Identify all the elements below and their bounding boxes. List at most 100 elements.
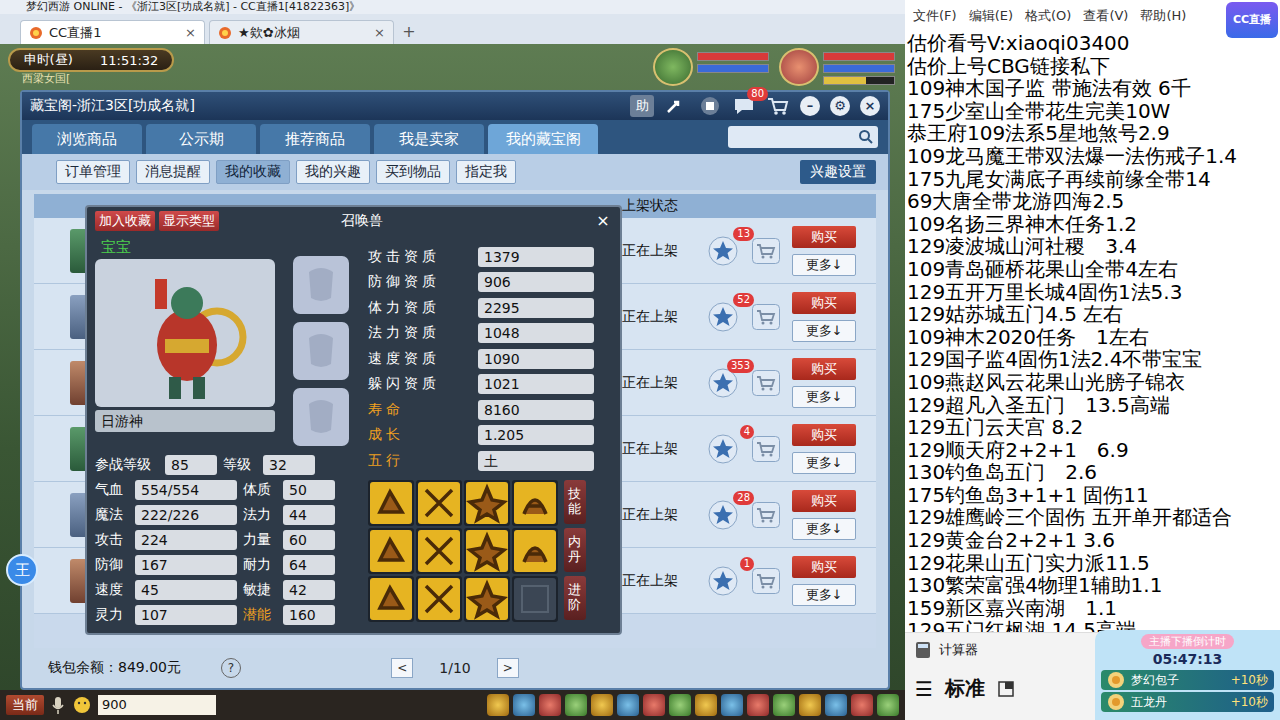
browser-tab[interactable]: ★欸✿冰烟× xyxy=(209,20,394,44)
side-tab-button[interactable]: 内丹 xyxy=(564,528,586,572)
menu-item[interactable]: 格式(O) xyxy=(1025,7,1071,25)
avatar-portrait[interactable] xyxy=(779,48,819,86)
window-control-button[interactable]: ⚙ xyxy=(830,96,850,116)
toolbar-icon[interactable] xyxy=(539,694,561,716)
search-field[interactable] xyxy=(728,126,878,148)
avatar-portrait[interactable] xyxy=(653,48,693,86)
more-button[interactable]: 更多↓ xyxy=(792,518,856,540)
buy-button[interactable]: 购买 xyxy=(792,358,856,380)
toolbar-icon[interactable] xyxy=(565,694,587,716)
nav-tab[interactable]: 浏览商品 xyxy=(32,124,142,154)
window-control-button[interactable]: – xyxy=(800,96,820,116)
skill-slot[interactable] xyxy=(464,528,510,574)
prev-page-button[interactable]: < xyxy=(391,658,413,678)
add-to-cart-button[interactable] xyxy=(752,304,782,330)
add-to-cart-button[interactable] xyxy=(752,502,782,528)
nav-tab[interactable]: 我是卖家 xyxy=(374,124,484,154)
floating-button[interactable]: 王 xyxy=(6,554,38,586)
nav-tab[interactable]: 我的藏宝阁 xyxy=(488,124,598,154)
buy-button[interactable]: 购买 xyxy=(792,556,856,578)
add-favorite-button[interactable]: 加入收藏 xyxy=(95,211,155,231)
interest-settings-button[interactable]: 兴趣设置 xyxy=(800,160,876,184)
tab-close-button[interactable]: × xyxy=(185,25,196,40)
sub-tab[interactable]: 我的收藏 xyxy=(216,160,290,184)
toolbar-icon[interactable] xyxy=(825,694,847,716)
toolbar-icon[interactable] xyxy=(877,694,899,716)
side-tab-button[interactable]: 技能 xyxy=(564,480,586,524)
share-icon[interactable] xyxy=(664,94,688,118)
window-control-button[interactable]: × xyxy=(860,96,880,116)
close-button[interactable]: × xyxy=(594,212,612,230)
add-to-cart-button[interactable] xyxy=(752,568,782,594)
skill-slot[interactable] xyxy=(464,480,510,526)
favorite-button[interactable]: 1 xyxy=(708,566,742,596)
add-to-cart-button[interactable] xyxy=(752,238,782,264)
skill-slot[interactable] xyxy=(368,528,414,574)
toolbar-icon[interactable] xyxy=(773,694,795,716)
equipment-slot-icon[interactable] xyxy=(293,322,349,380)
toolbar-icon[interactable] xyxy=(643,694,665,716)
menu-item[interactable]: 查看(V) xyxy=(1083,7,1128,25)
sub-tab[interactable]: 订单管理 xyxy=(56,160,130,184)
more-button[interactable]: 更多↓ xyxy=(792,254,856,276)
keep-on-top-icon[interactable] xyxy=(997,680,1015,698)
buy-button[interactable]: 购买 xyxy=(792,226,856,248)
message-button[interactable]: 80 xyxy=(732,95,756,117)
sub-tab[interactable]: 消息提醒 xyxy=(136,160,210,184)
sub-tab[interactable]: 买到物品 xyxy=(376,160,450,184)
notepad-text[interactable]: 估价看号V:xiaoqi03400估价上号CBG链接私下109神木国子监 带施法… xyxy=(905,32,1280,632)
menu-item[interactable]: 编辑(E) xyxy=(969,7,1013,25)
toolbar-icon[interactable] xyxy=(851,694,873,716)
toolbar-icon[interactable] xyxy=(695,694,717,716)
toolbar-icon[interactable] xyxy=(721,694,743,716)
show-type-button[interactable]: 显示类型 xyxy=(159,211,219,231)
favorite-button[interactable]: 52 xyxy=(708,302,742,332)
tab-close-button[interactable]: × xyxy=(374,25,385,40)
skill-slot[interactable] xyxy=(512,576,558,622)
skill-slot[interactable] xyxy=(416,480,462,526)
toolbar-icon[interactable] xyxy=(669,694,691,716)
favorite-button[interactable]: 28 xyxy=(708,500,742,530)
menu-item[interactable]: 文件(F) xyxy=(913,7,957,25)
new-tab-button[interactable]: + xyxy=(398,22,420,42)
toolbar-icon[interactable] xyxy=(591,694,613,716)
add-to-cart-button[interactable] xyxy=(752,436,782,462)
nav-tab[interactable]: 推荐商品 xyxy=(260,124,370,154)
buy-button[interactable]: 购买 xyxy=(792,424,856,446)
favorite-button[interactable]: 13 xyxy=(708,236,742,266)
toolbar-icon[interactable] xyxy=(513,694,535,716)
side-tab-button[interactable]: 进阶 xyxy=(564,576,586,620)
help-button[interactable]: ? xyxy=(221,658,241,678)
channel-button[interactable]: 当前 xyxy=(6,695,44,715)
skill-slot[interactable] xyxy=(512,480,558,526)
menu-button[interactable]: ☰ xyxy=(915,677,933,701)
skill-slot[interactable] xyxy=(416,528,462,574)
toolbar-icon[interactable] xyxy=(487,694,509,716)
buy-button[interactable]: 购买 xyxy=(792,490,856,512)
favorite-button[interactable]: 353 xyxy=(708,368,742,398)
more-button[interactable]: 更多↓ xyxy=(792,320,856,342)
equipment-slot-icon[interactable] xyxy=(293,388,349,446)
skill-slot[interactable] xyxy=(416,576,462,622)
toolbar-icon[interactable] xyxy=(799,694,821,716)
skill-slot[interactable] xyxy=(464,576,510,622)
toolbar-icon[interactable] xyxy=(617,694,639,716)
equipment-slot-icon[interactable] xyxy=(293,256,349,314)
stop-icon[interactable] xyxy=(698,94,722,118)
skill-slot[interactable] xyxy=(368,480,414,526)
cart-icon[interactable] xyxy=(766,95,790,117)
skill-slot[interactable] xyxy=(368,576,414,622)
help-button[interactable]: 助 xyxy=(630,95,654,117)
microphone-icon[interactable] xyxy=(50,695,66,715)
skill-slot[interactable] xyxy=(512,528,558,574)
browser-tab[interactable]: CC直播1× xyxy=(20,20,205,44)
sub-tab[interactable]: 我的兴趣 xyxy=(296,160,370,184)
sub-tab[interactable]: 指定我 xyxy=(456,160,516,184)
toolbar-icon[interactable] xyxy=(747,694,769,716)
more-button[interactable]: 更多↓ xyxy=(792,452,856,474)
nav-tab[interactable]: 公示期 xyxy=(146,124,256,154)
chat-input[interactable]: 900 xyxy=(98,695,216,715)
emoji-icon[interactable] xyxy=(72,695,92,715)
more-button[interactable]: 更多↓ xyxy=(792,386,856,408)
buy-button[interactable]: 购买 xyxy=(792,292,856,314)
